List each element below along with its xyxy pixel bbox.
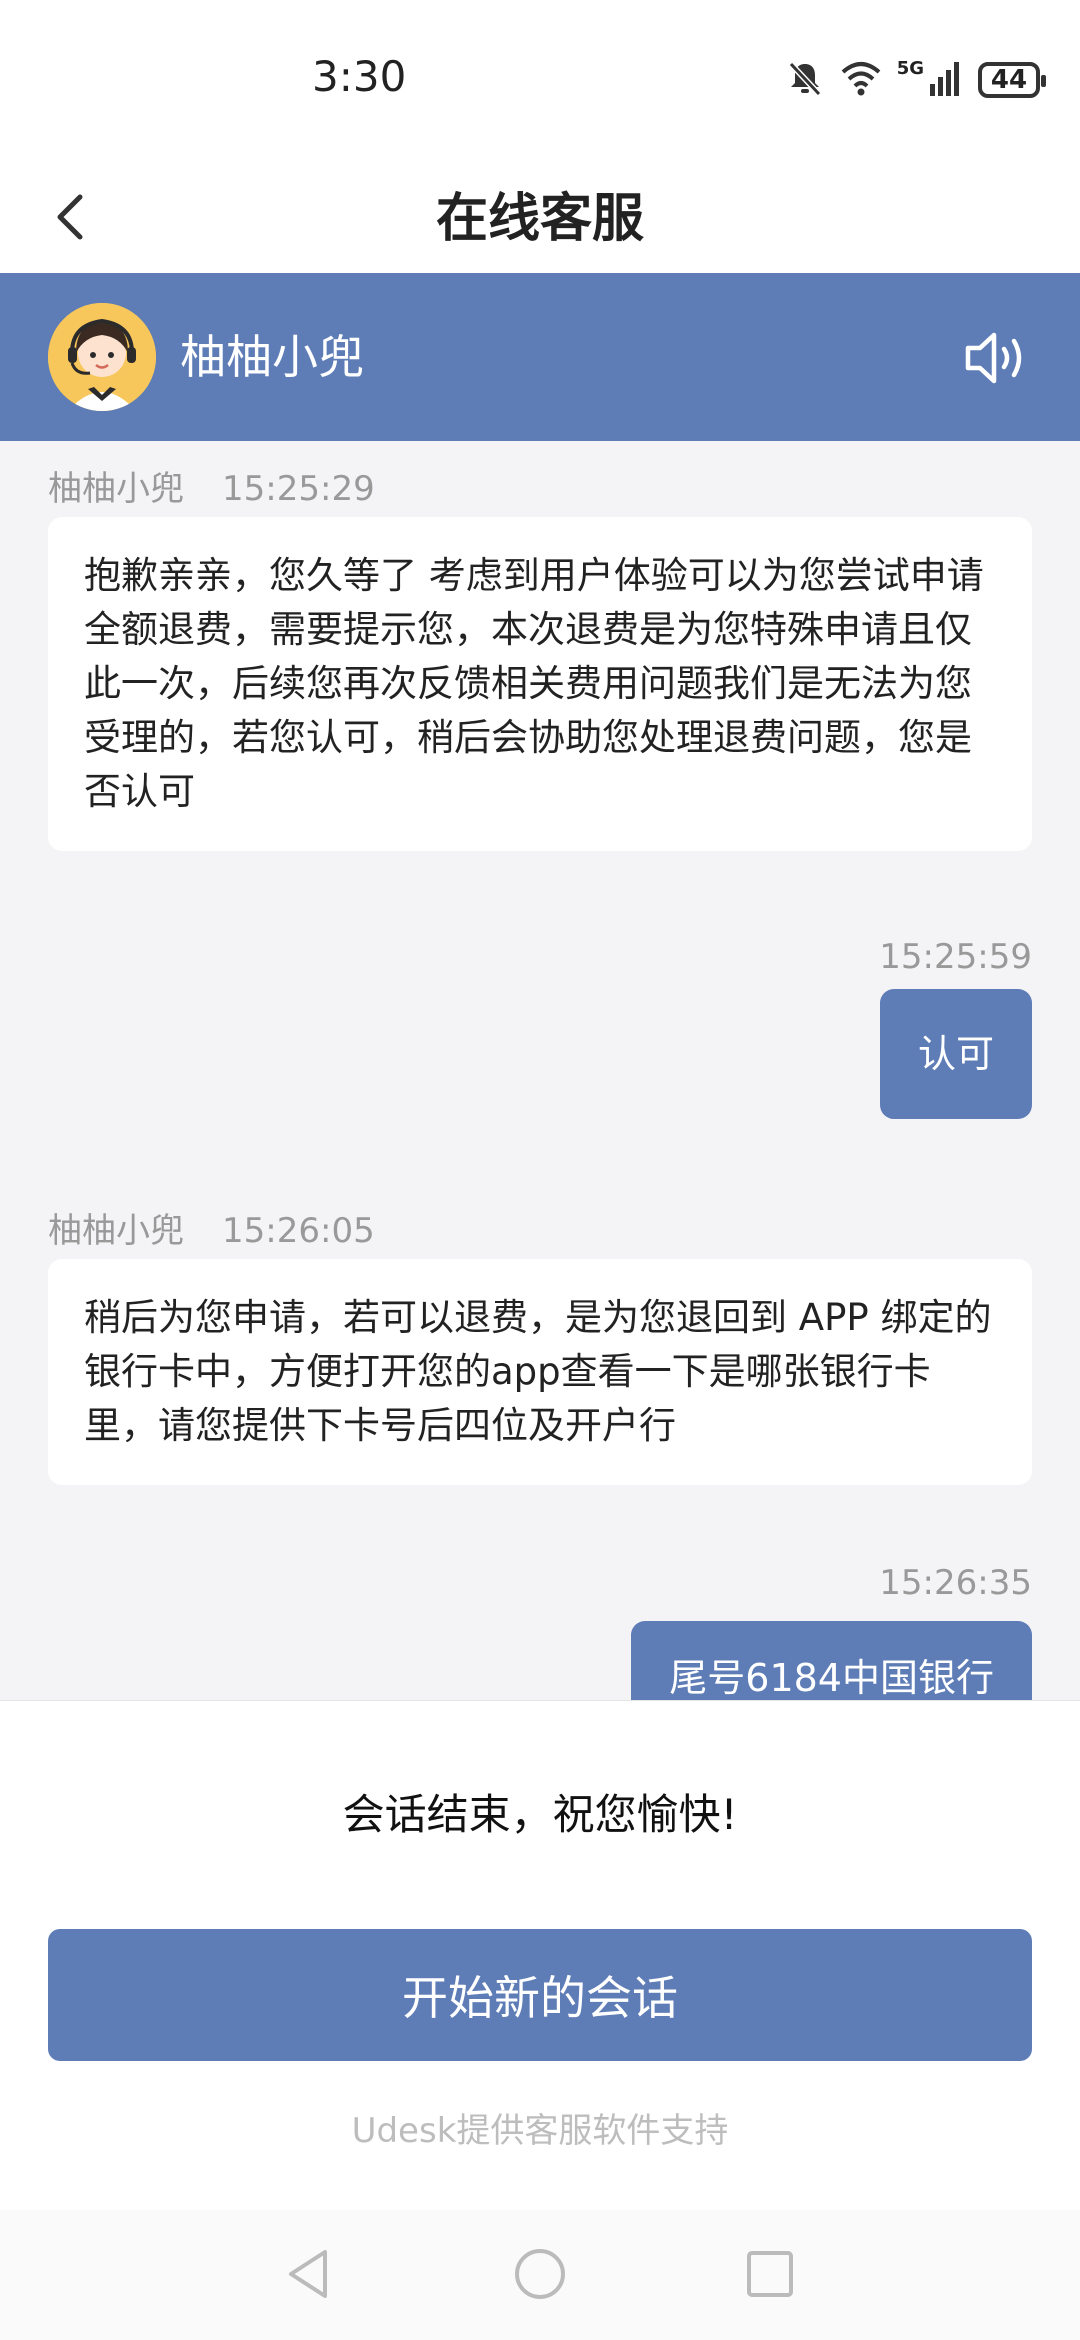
message-meta: 柚柚小兜 15:25:29 bbox=[48, 461, 375, 510]
mute-bell-icon bbox=[785, 58, 825, 102]
battery-icon: 44 bbox=[978, 62, 1046, 98]
nav-recents-icon bbox=[744, 2248, 796, 2304]
start-new-session-button[interactable]: 开始新的会话 bbox=[48, 1929, 1032, 2061]
message-time: 15:25:59 bbox=[879, 937, 1032, 977]
sender-name: 柚柚小兜 bbox=[48, 469, 184, 509]
user-message-bubble: 尾号6184中国银行 bbox=[631, 1621, 1032, 1701]
speaker-button[interactable] bbox=[962, 323, 1032, 393]
nav-home-button[interactable] bbox=[512, 2248, 568, 2304]
powered-by-text: Udesk提供客服软件支持 bbox=[351, 2111, 729, 2151]
nav-recents-button[interactable] bbox=[742, 2248, 798, 2304]
session-end-message: 会话结束，祝您愉快! bbox=[342, 1790, 738, 1839]
nav-back-icon bbox=[283, 2246, 333, 2306]
status-icons: 5G 44 bbox=[785, 56, 1046, 104]
system-nav-bar bbox=[0, 2210, 1080, 2340]
message-meta: 柚柚小兜 15:26:05 bbox=[48, 1203, 375, 1252]
wifi-icon bbox=[839, 58, 883, 102]
message-time: 15:26:35 bbox=[879, 1563, 1032, 1603]
page-title: 在线客服 bbox=[435, 189, 644, 249]
agent-name: 柚柚小兜 bbox=[180, 330, 364, 384]
status-time: 3:30 bbox=[312, 52, 407, 101]
agent-header: 柚柚小兜 bbox=[0, 273, 1080, 441]
chat-message-list[interactable]: 柚柚小兜 15:25:29 抱歉亲亲，您久等了 考虑到用户体验可以为您尝试申请全额… bbox=[0, 441, 1080, 1701]
nav-home-icon bbox=[512, 2246, 568, 2306]
sender-name: 柚柚小兜 bbox=[48, 1211, 184, 1251]
network-label: 5G bbox=[896, 57, 924, 79]
message-time: 15:26:05 bbox=[222, 1211, 375, 1251]
agent-avatar bbox=[48, 303, 156, 411]
nav-back-button[interactable] bbox=[280, 2248, 336, 2304]
session-end-panel: 会话结束，祝您愉快! 开始新的会话 Udesk提供客服软件支持 bbox=[0, 1700, 1080, 2211]
message-time: 15:25:29 bbox=[222, 469, 375, 509]
agent-message-bubble: 稍后为您申请，若可以退费，是为您退回到 APP 绑定的银行卡中，方便打开您的ap… bbox=[48, 1259, 1032, 1485]
speaker-icon bbox=[962, 332, 1032, 397]
agent-message-bubble: 抱歉亲亲，您久等了 考虑到用户体验可以为您尝试申请全额退费，需要提示您，本次退费… bbox=[48, 517, 1032, 851]
user-message-bubble: 认可 bbox=[879, 989, 1032, 1119]
signal-icon bbox=[928, 58, 964, 102]
status-bar: 3:30 5G 44 bbox=[0, 0, 1080, 165]
title-bar: 在线客服 bbox=[0, 165, 1080, 273]
